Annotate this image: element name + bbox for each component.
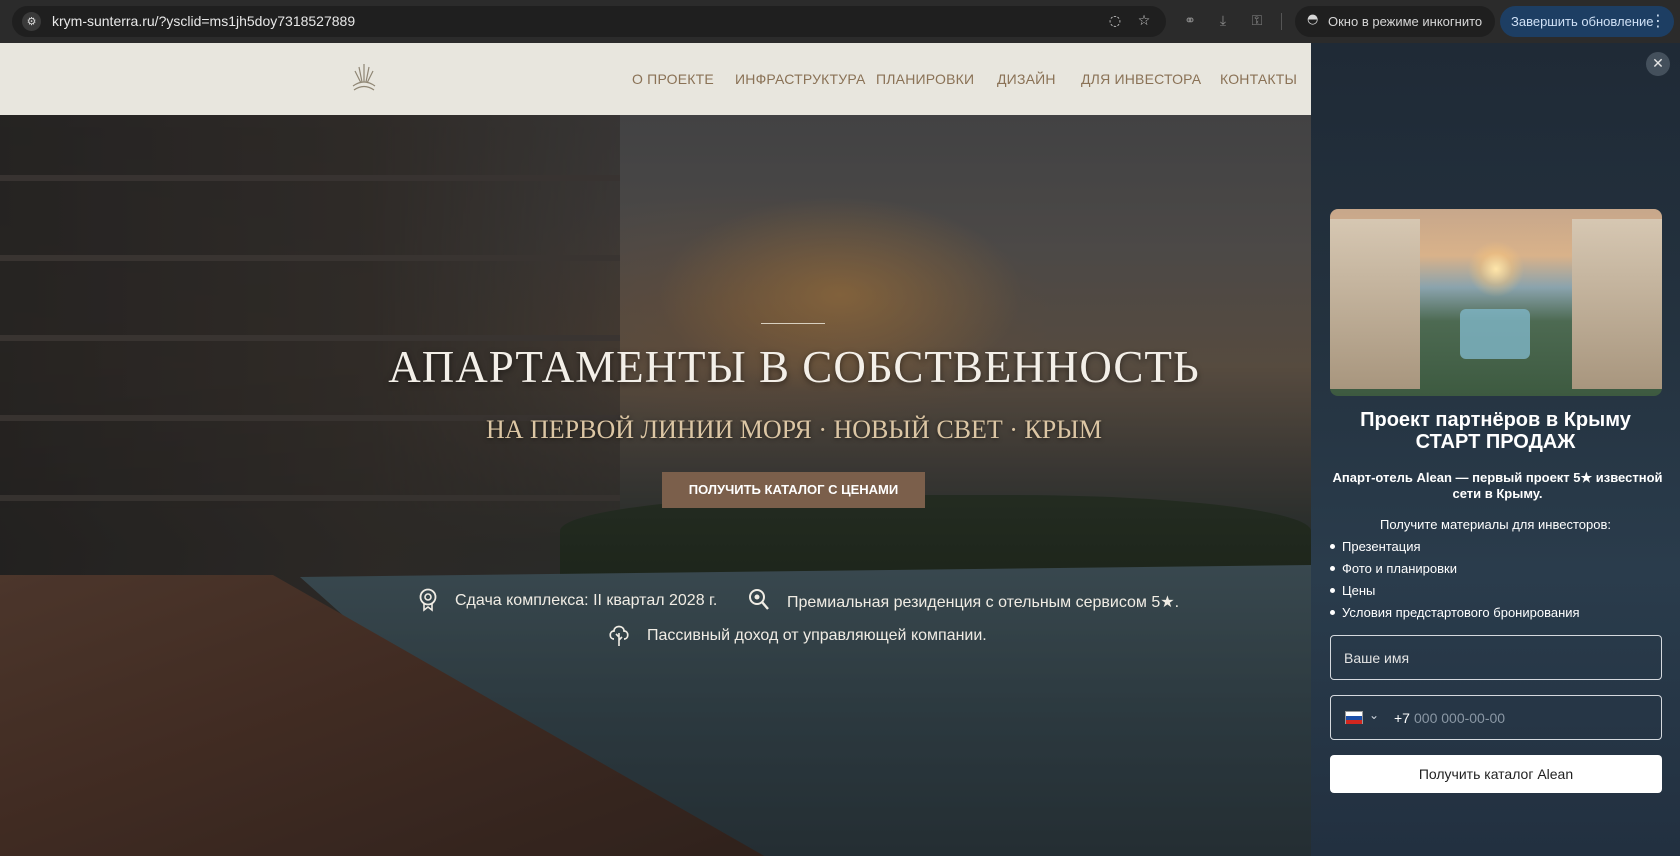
panel-title-line1: Проект партнёров в Крыму — [1360, 409, 1631, 431]
address-bar[interactable]: ⚙ krym-sunterra.ru/?ysclid=ms1jh5doy7318… — [12, 6, 1166, 37]
site-info-icon[interactable]: ⚙ — [22, 12, 41, 31]
nav-layouts[interactable]: ПЛАНИРОВКИ — [876, 71, 974, 87]
feature-premium: Премиальная резиденция с отельным сервис… — [787, 594, 1180, 611]
incognito-indicator[interactable]: ◓ Окно в режиме инкогнито — [1295, 6, 1495, 37]
update-label: Завершить обновление — [1511, 14, 1654, 29]
incognito-icon: ◓ — [1307, 12, 1319, 27]
location-badge-icon — [419, 588, 437, 612]
nav-contacts[interactable]: КОНТАКТЫ — [1220, 71, 1297, 87]
close-icon[interactable]: ✕ — [1646, 52, 1670, 76]
name-input[interactable]: Ваше имя — [1330, 635, 1662, 680]
magnifier-icon — [749, 589, 769, 610]
hero-title: АПАРТАМЕНТЫ В СОБСТВЕННОСТЬ — [388, 342, 1200, 392]
russia-flag-icon[interactable] — [1345, 711, 1363, 724]
nav-about[interactable]: О ПРОЕКТЕ — [632, 71, 714, 87]
lead-form-panel: ✕ Проект партнёров в Крыму СТАРТ ПРОДАЖ … — [1311, 43, 1680, 856]
list-item: Цены — [1330, 583, 1375, 598]
site-header: О ПРОЕКТЕ ИНФРАСТРУКТУРА ПЛАНИРОВКИ ДИЗА… — [0, 43, 1311, 115]
phone-prefix: +7 — [1394, 710, 1410, 726]
nav-design[interactable]: ДИЗАЙН — [997, 71, 1056, 87]
nav-investor[interactable]: ДЛЯ ИНВЕСТОРА — [1081, 71, 1201, 87]
incognito-label: Окно в режиме инкогнито — [1328, 14, 1483, 29]
list-item: Фото и планировки — [1330, 561, 1457, 576]
hero-section — [0, 115, 1311, 856]
list-item: Презентация — [1330, 539, 1421, 554]
tree-icon — [609, 625, 629, 646]
browser-toolbar: ⚙ krym-sunterra.ru/?ysclid=ms1jh5doy7318… — [0, 0, 1680, 43]
panel-title: Проект партнёров в Крыму СТАРТ ПРОДАЖ — [1311, 409, 1680, 453]
panel-title-line2: СТАРТ ПРОДАЖ — [1415, 431, 1576, 453]
catalog-button[interactable]: ПОЛУЧИТЬ КАТАЛОГ С ЦЕНАМИ — [662, 472, 925, 508]
star-icon[interactable]: ☆ — [1134, 11, 1154, 31]
name-placeholder: Ваше имя — [1344, 650, 1410, 666]
site-logo[interactable] — [350, 60, 378, 94]
submit-button[interactable]: Получить каталог Alean — [1330, 755, 1662, 793]
eye-off-icon[interactable]: ◌ — [1105, 11, 1125, 31]
toolbar-divider — [1281, 13, 1282, 30]
phone-placeholder: 000 000-00-00 — [1414, 710, 1506, 726]
menu-dots-icon[interactable]: ⋮ — [1650, 11, 1666, 30]
panel-description: Апарт-отель Alean — первый проект 5★ изв… — [1332, 470, 1663, 501]
webpage: О ПРОЕКТЕ ИНФРАСТРУКТУРА ПЛАНИРОВКИ ДИЗА… — [0, 43, 1311, 856]
project-image — [1330, 209, 1662, 396]
url-text[interactable]: krym-sunterra.ru/?ysclid=ms1jh5doy731852… — [52, 13, 355, 29]
link-icon[interactable]: ⚭ — [1180, 11, 1200, 31]
materials-label: Получите материалы для инвесторов: — [1379, 517, 1611, 532]
feature-completion: Сдача комплекса: II квартал 2028 г. — [455, 592, 718, 609]
update-button[interactable]: Завершить обновление ⋮ — [1500, 6, 1674, 37]
password-icon[interactable]: ⚿ — [1247, 11, 1267, 31]
hero-subtitle: НА ПЕРВОЙ ЛИНИИ МОРЯ · НОВЫЙ СВЕТ · КРЫМ — [485, 415, 1103, 444]
nav-infrastructure[interactable]: ИНФРАСТРУКТУРА — [735, 71, 866, 87]
download-icon[interactable]: ⤓ — [1213, 11, 1233, 31]
chevron-down-icon[interactable]: ⌄ — [1369, 708, 1379, 722]
feature-income: Пассивный доход от управляющей компании. — [647, 627, 987, 644]
phone-input[interactable]: ⌄ +7 000 000-00-00 — [1330, 695, 1662, 740]
list-item: Условия предстартового бронирования — [1330, 605, 1580, 620]
title-divider — [761, 323, 825, 324]
